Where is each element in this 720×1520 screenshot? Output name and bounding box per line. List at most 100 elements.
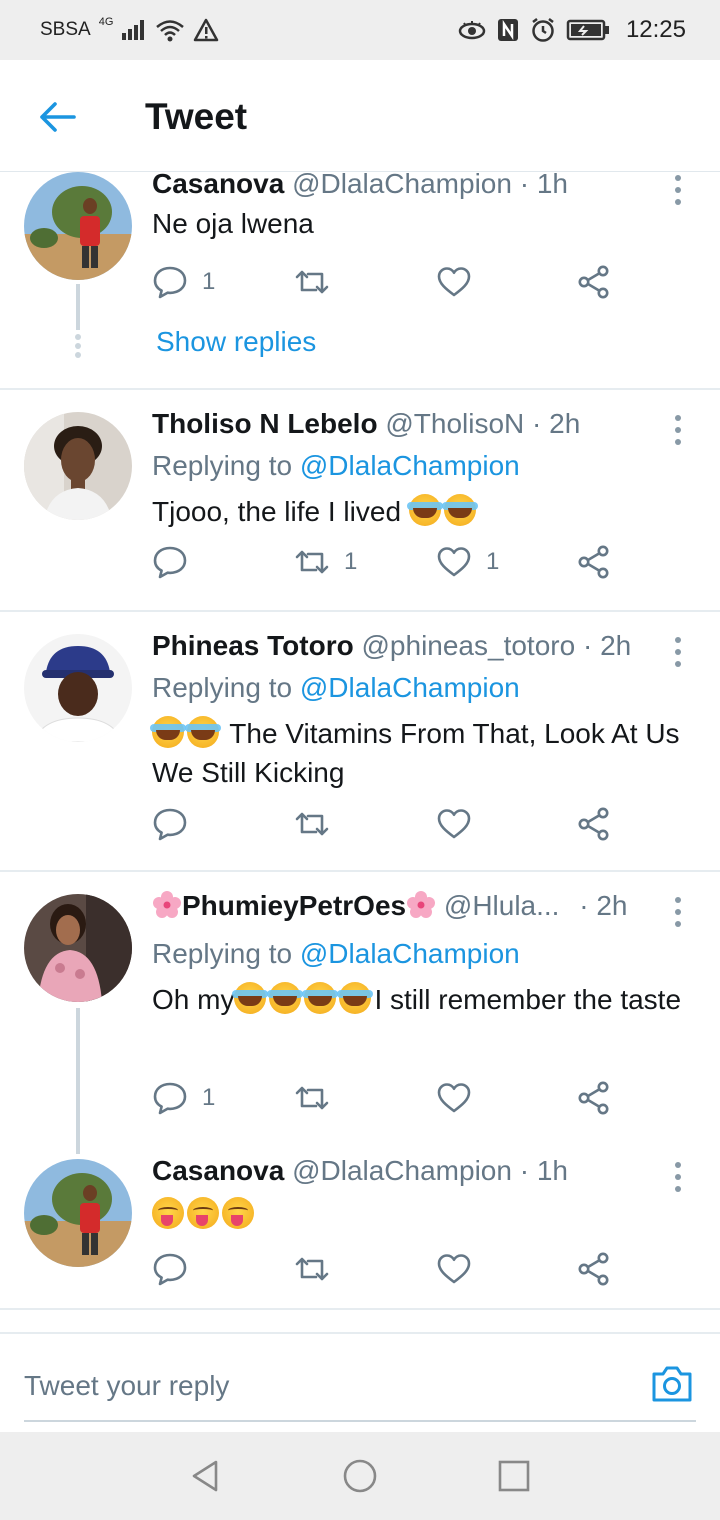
tweet[interactable]: PhumieyPetrOes @Hlula... · 2h Replying t… bbox=[0, 872, 720, 1154]
avatar[interactable] bbox=[24, 634, 132, 742]
reply-count: 1 bbox=[202, 268, 216, 295]
replying-to: Replying to @DlalaChampion bbox=[152, 938, 520, 970]
share-button[interactable] bbox=[576, 262, 612, 302]
arrow-left-icon[interactable] bbox=[36, 96, 78, 138]
display-name[interactable]: Phineas Totoro bbox=[152, 630, 354, 661]
more-options-icon[interactable] bbox=[666, 634, 690, 670]
avatar[interactable] bbox=[24, 172, 132, 280]
avatar[interactable] bbox=[24, 1159, 132, 1267]
share-button[interactable] bbox=[576, 1078, 612, 1118]
back-triangle-icon[interactable] bbox=[188, 1458, 224, 1494]
input-underline bbox=[24, 1420, 696, 1422]
retweet-button[interactable] bbox=[294, 804, 344, 844]
retweet-button[interactable] bbox=[294, 262, 344, 302]
share-button[interactable] bbox=[576, 542, 612, 582]
tweet[interactable]: Casanova @DlalaChampion · 1h Ne oja lwen… bbox=[0, 172, 720, 388]
reply-button[interactable]: 1 bbox=[152, 1078, 215, 1118]
reply-button[interactable] bbox=[152, 542, 202, 582]
display-name[interactable]: Tholiso N Lebelo bbox=[152, 408, 378, 439]
like-button[interactable] bbox=[436, 1078, 486, 1118]
face-with-tears-of-joy-icon bbox=[406, 494, 443, 526]
face-with-tears-of-joy-icon bbox=[185, 716, 221, 748]
warning-icon bbox=[194, 18, 219, 42]
more-options-icon[interactable] bbox=[666, 172, 690, 208]
tweet-text: Oh my I still remember the taste bbox=[152, 980, 692, 1019]
camera-icon[interactable] bbox=[650, 1364, 694, 1404]
timestamp: · 2h bbox=[582, 630, 632, 661]
loudly-crying-face-icon bbox=[337, 982, 374, 1014]
retweet-button[interactable] bbox=[294, 1249, 344, 1289]
signal-icon bbox=[122, 20, 145, 40]
tweet-actions: 1 1 bbox=[152, 542, 632, 582]
like-button[interactable] bbox=[436, 804, 486, 844]
username[interactable]: @phineas_totoro bbox=[362, 630, 576, 661]
avatar[interactable] bbox=[24, 412, 132, 520]
page-title: Tweet bbox=[145, 96, 248, 137]
reply-composer bbox=[0, 1332, 720, 1432]
tweet-text: Tjooo, the life I lived bbox=[152, 492, 692, 531]
share-icon bbox=[578, 1252, 609, 1286]
nfc-icon bbox=[497, 19, 518, 41]
retweet-count: 1 bbox=[344, 548, 358, 575]
reply-button[interactable] bbox=[152, 804, 202, 844]
tweet-header: Phineas Totoro @phineas_totoro · 2h bbox=[152, 630, 631, 662]
timestamp: · 2h bbox=[579, 890, 628, 921]
reply-button[interactable] bbox=[152, 1249, 202, 1289]
face-with-tears-of-joy-icon bbox=[150, 716, 186, 748]
share-button[interactable] bbox=[576, 1249, 612, 1289]
face-savoring-food-icon bbox=[222, 1197, 254, 1229]
tweet-divider bbox=[0, 1308, 720, 1310]
reply-input[interactable] bbox=[24, 1362, 624, 1410]
thread-line bbox=[76, 1008, 80, 1154]
retweet-button[interactable] bbox=[294, 1078, 344, 1118]
tweet[interactable]: Tholiso N Lebelo @TholisoN · 2h Replying… bbox=[0, 390, 720, 610]
tweet-actions bbox=[152, 804, 632, 844]
network-type: 4G bbox=[98, 16, 114, 28]
more-options-icon[interactable] bbox=[666, 894, 690, 930]
clock: 12:25 bbox=[625, 16, 686, 43]
mention-link[interactable]: @DlalaChampion bbox=[300, 938, 520, 969]
reply-button[interactable]: 1 bbox=[152, 262, 215, 302]
like-button[interactable] bbox=[436, 262, 486, 302]
reply-icon bbox=[153, 1082, 187, 1115]
tweet[interactable]: Casanova @DlalaChampion · 1h bbox=[0, 1137, 720, 1307]
reply-icon bbox=[153, 546, 187, 579]
retweet-icon bbox=[295, 1257, 329, 1281]
share-button[interactable] bbox=[576, 804, 612, 844]
home-circle-icon[interactable] bbox=[342, 1458, 378, 1494]
share-icon bbox=[578, 807, 609, 841]
mention-link[interactable]: @DlalaChampion bbox=[300, 450, 520, 481]
username[interactable]: @Hlula... bbox=[444, 890, 560, 921]
more-options-icon[interactable] bbox=[666, 1159, 690, 1195]
recents-square-icon[interactable] bbox=[496, 1458, 532, 1494]
cherry-blossom-icon bbox=[153, 891, 181, 918]
username[interactable]: @DlalaChampion bbox=[292, 1155, 512, 1186]
eye-icon bbox=[458, 21, 486, 40]
replying-label: Replying to bbox=[152, 938, 300, 969]
tweet-text: The Vitamins From That, Look At Us We St… bbox=[150, 714, 692, 792]
wifi-icon bbox=[156, 20, 185, 42]
tweet-thread[interactable]: Casanova @DlalaChampion · 1h Ne oja lwen… bbox=[0, 172, 720, 1332]
avatar[interactable] bbox=[24, 894, 132, 1002]
retweet-button[interactable]: 1 bbox=[294, 542, 357, 582]
tweet-text: Ne oja lwena bbox=[152, 208, 314, 239]
alarm-icon bbox=[532, 18, 554, 42]
tweet-actions bbox=[152, 1249, 632, 1289]
more-options-icon[interactable] bbox=[666, 412, 690, 448]
heart-icon bbox=[437, 1254, 471, 1284]
loudly-crying-face-icon bbox=[232, 982, 269, 1014]
status-right: 12:25 bbox=[458, 16, 686, 44]
tweet-actions: 1 bbox=[152, 262, 632, 302]
display-name[interactable]: Casanova bbox=[152, 1155, 284, 1186]
username[interactable]: @TholisoN bbox=[385, 408, 524, 439]
like-button[interactable]: 1 bbox=[436, 542, 499, 582]
display-name[interactable]: Casanova bbox=[152, 172, 284, 199]
tweet[interactable]: Phineas Totoro @phineas_totoro · 2h Repl… bbox=[0, 612, 720, 870]
mention-link[interactable]: @DlalaChampion bbox=[300, 672, 520, 703]
show-replies-link[interactable]: Show replies bbox=[156, 326, 316, 358]
display-name[interactable]: PhumieyPetrOes bbox=[182, 890, 406, 921]
tweet-text-prefix: Oh my bbox=[152, 984, 235, 1015]
username[interactable]: @DlalaChampion bbox=[292, 172, 512, 199]
like-button[interactable] bbox=[436, 1249, 486, 1289]
retweet-icon bbox=[295, 1086, 329, 1110]
